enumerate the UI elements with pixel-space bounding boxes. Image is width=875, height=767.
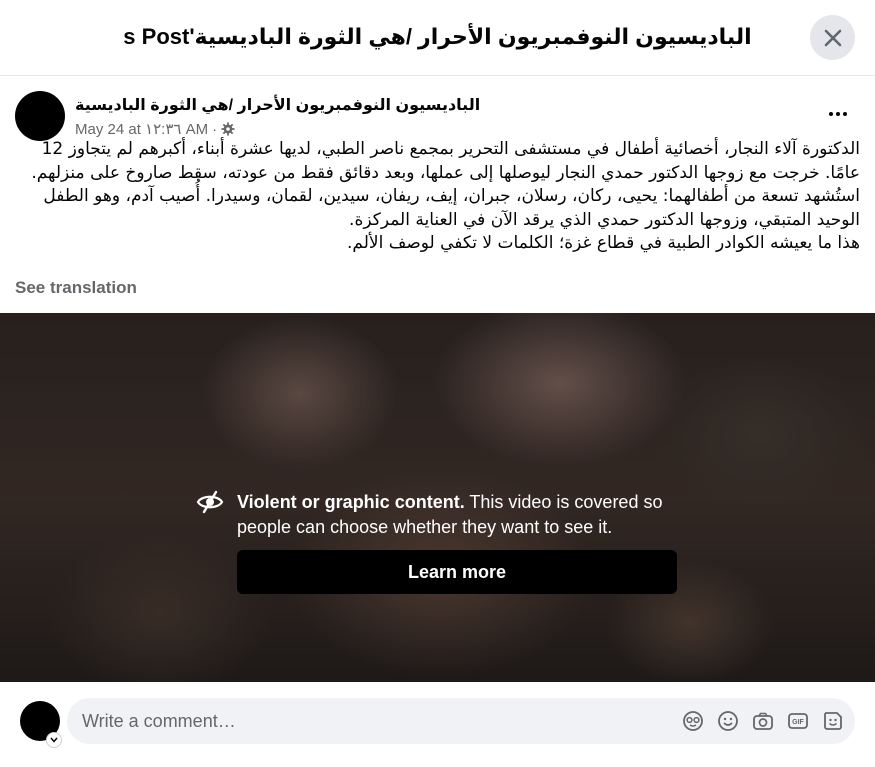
comment-input[interactable] [82,698,642,744]
post-body: الدكتورة آلاء النجار، أخصائية أطفال في م… [15,138,860,256]
learn-more-button[interactable]: Learn more [237,550,677,594]
post-paragraph: الدكتورة آلاء النجار، أخصائية أطفال في م… [31,139,860,230]
gif-icon[interactable]: GIF [786,709,810,733]
post-timestamp[interactable]: May 24 at ١٢:٣٦ AM [75,120,208,138]
post-paragraph: هذا ما يعيشه الكوادر الطبية في قطاع غزة؛… [347,233,860,253]
author-avatar[interactable] [15,91,65,141]
sticker-icon[interactable] [821,709,845,733]
dialog-header: الباديسيون النوفمبريون الأحرار /هي الثور… [0,0,875,76]
see-translation-link[interactable]: See translation [15,278,137,298]
chevron-down-icon [50,737,58,743]
emoji-icon[interactable] [716,709,740,733]
avatar-sticker-icon[interactable] [681,709,705,733]
camera-icon[interactable] [751,709,775,733]
video-cover[interactable]: Violent or graphic content. This video i… [0,313,875,682]
avatar-switcher[interactable] [46,732,62,748]
svg-text:GIF: GIF [792,719,804,726]
post-meta: May 24 at ١٢:٣٦ AM · [75,120,235,138]
gear-icon[interactable] [221,122,235,136]
more-options-button[interactable] [820,100,856,128]
comment-composer: GIF [0,682,875,767]
close-icon [824,29,841,46]
dialog-title: الباديسيون النوفمبريون الأحرار /هي الثور… [123,24,752,49]
eye-slash-icon [196,490,224,514]
author-name[interactable]: الباديسيون النوفمبريون الأحرار /هي الثور… [75,95,480,115]
composer-icons: GIF [681,709,845,733]
close-button[interactable] [810,15,855,60]
warning-title: Violent or graphic content. [237,492,465,512]
meta-separator: · [212,120,218,138]
comment-box[interactable]: GIF [67,698,855,744]
more-options-icon [829,112,833,116]
warning-text: Violent or graphic content. This video i… [237,490,677,540]
post-header: الباديسيون النوفمبريون الأحرار /هي الثور… [0,76,875,146]
